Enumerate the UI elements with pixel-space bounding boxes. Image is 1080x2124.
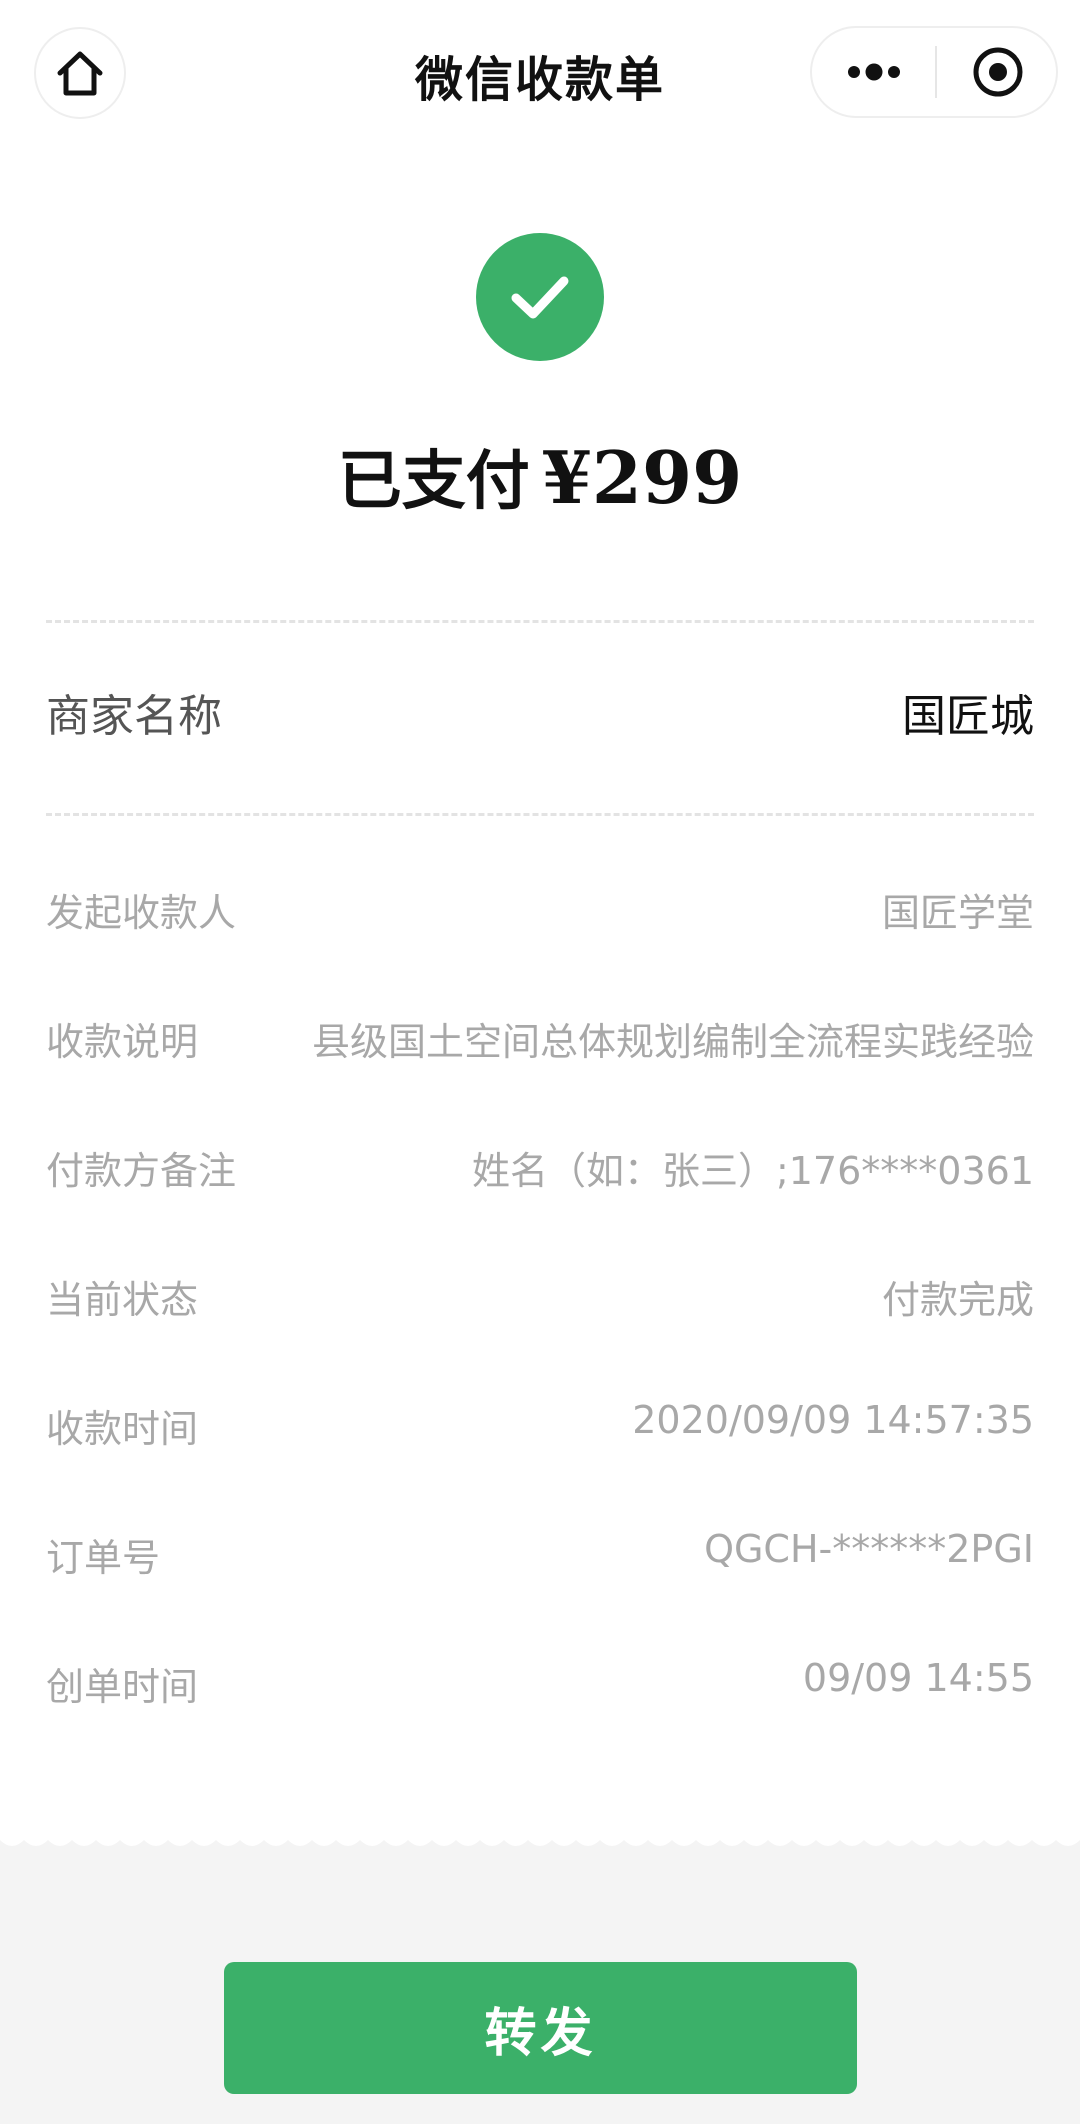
- detail-value: 2020/09/09 14:57:35: [632, 1398, 1034, 1442]
- receipt-tear-edge: [0, 1828, 1080, 1846]
- detail-label: 发起收款人: [46, 891, 237, 935]
- detail-value: 国匠学堂: [881, 891, 1034, 935]
- more-button[interactable]: [812, 28, 936, 116]
- merchant-label: 商家名称: [46, 691, 222, 742]
- detail-row-order-number: 订单号 QGCH-******2PGI: [46, 1527, 1034, 1587]
- payment-status: 已支付: [337, 445, 530, 519]
- dashed-divider: [46, 620, 1034, 623]
- detail-label: 订单号: [46, 1536, 161, 1580]
- detail-label: 当前状态: [46, 1278, 199, 1322]
- merchant-value: 国匠城: [902, 691, 1034, 742]
- forward-button[interactable]: 转发: [224, 1962, 857, 2094]
- detail-row-description: 收款说明 县级国土空间总体规划编制全流程实践经验: [46, 1011, 1034, 1071]
- target-close-icon: [973, 47, 1022, 97]
- detail-value: 09/09 14:55: [802, 1656, 1034, 1700]
- detail-value: 姓名（如：张三）;176****0361: [471, 1149, 1034, 1193]
- detail-label: 收款说明: [46, 1020, 199, 1064]
- detail-row-created-time: 创单时间 09/09 14:55: [46, 1656, 1034, 1716]
- check-circle-icon: [476, 233, 604, 361]
- detail-row-status: 当前状态 付款完成: [46, 1269, 1034, 1329]
- merchant-row: 商家名称 国匠城: [46, 680, 1034, 752]
- detail-value: 付款完成: [881, 1278, 1034, 1322]
- payment-summary: 已支付 ¥299: [0, 430, 1080, 522]
- more-dots-icon: [848, 63, 900, 81]
- payment-amount: ¥299: [541, 435, 743, 520]
- close-button[interactable]: [937, 28, 1058, 116]
- detail-value: 县级国土空间总体规划编制全流程实践经验: [311, 1020, 1034, 1064]
- detail-label: 付款方备注: [46, 1149, 237, 1193]
- detail-label: 收款时间: [46, 1407, 199, 1451]
- detail-row-initiator: 发起收款人 国匠学堂: [46, 882, 1034, 942]
- detail-label: 创单时间: [46, 1665, 199, 1709]
- detail-row-collection-time: 收款时间 2020/09/09 14:57:35: [46, 1398, 1034, 1458]
- detail-value: QGCH-******2PGI: [704, 1527, 1034, 1571]
- detail-row-payer-note: 付款方备注 姓名（如：张三）;176****0361: [46, 1140, 1034, 1200]
- capsule-menu: [810, 26, 1058, 118]
- dashed-divider: [46, 813, 1034, 816]
- bottom-action-area: 转发: [0, 1828, 1080, 2124]
- navigation-bar: 微信收款单: [0, 0, 1080, 140]
